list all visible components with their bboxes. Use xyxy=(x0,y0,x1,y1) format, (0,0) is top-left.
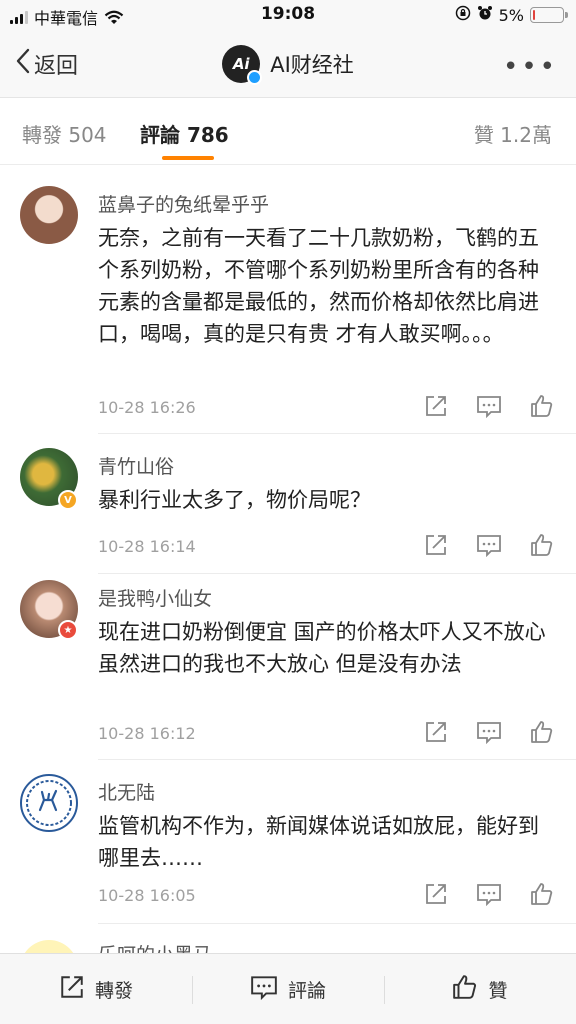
repost-button[interactable]: 轉發 xyxy=(0,954,192,1024)
account-name: AI财经社 xyxy=(270,53,354,77)
active-tab-indicator xyxy=(162,156,214,160)
verified-badge-icon: V xyxy=(58,490,78,510)
tab-comments[interactable]: 評論 786 xyxy=(140,119,229,148)
alarm-icon xyxy=(477,5,493,25)
account-avatar: Ai xyxy=(222,45,263,85)
comment-actions xyxy=(424,882,554,906)
reply-icon[interactable] xyxy=(476,882,502,906)
status-bar: 中華電信 19:08 5% xyxy=(0,0,576,32)
comment-actions xyxy=(424,533,554,557)
battery-percent: 5% xyxy=(498,5,524,25)
avatar[interactable] xyxy=(20,774,78,832)
like-button[interactable]: 贊 xyxy=(384,954,576,1024)
repost-label: 轉發 xyxy=(94,979,133,1002)
comment-label: 評論 xyxy=(287,979,326,1002)
comment-button[interactable]: 評論 xyxy=(192,954,384,1024)
comment-divider xyxy=(98,923,576,924)
share-icon[interactable] xyxy=(424,720,448,744)
comment-time: 10-28 16:26 xyxy=(98,398,196,417)
comment-author[interactable]: 乐呵的小黑马 xyxy=(98,940,212,954)
comment-item: ★ 是我鸭小仙女 现在进口奶粉倒便宜 国产的价格太吓人又不放心 虽然进口的我也不… xyxy=(0,574,576,760)
avatar[interactable] xyxy=(20,186,78,244)
badge-icon: ★ xyxy=(58,620,78,640)
comment-author[interactable]: 北无陆 xyxy=(98,778,155,805)
like-icon[interactable] xyxy=(530,533,554,557)
comment-time: 10-28 16:12 xyxy=(98,724,196,743)
reply-icon[interactable] xyxy=(476,394,502,418)
comment-text: 无奈，之前有一天看了二十几款奶粉，飞鹤的五个系列奶粉，不管哪个系列奶粉里所含有的… xyxy=(98,226,539,346)
comment-time: 10-28 16:14 xyxy=(98,537,196,556)
comment-item: 蓝鼻子的兔纸晕乎乎 无奈，之前有一天看了二十几款奶粉，飞鹤的五个系列奶粉，不管哪… xyxy=(0,166,576,434)
comment-text: 监管机构不作为，新闻媒体说话如放屁，能好到哪里去…… xyxy=(98,814,539,870)
comment-actions xyxy=(424,394,554,418)
like-icon[interactable] xyxy=(530,720,554,744)
tab-reposts[interactable]: 轉發 504 xyxy=(22,119,107,148)
reply-icon[interactable] xyxy=(476,720,502,744)
tab-likes[interactable]: 贊 1.2萬 xyxy=(474,119,552,148)
tab-bar: 轉發 504 評論 786 贊 1.2萬 xyxy=(0,99,576,165)
like-icon[interactable] xyxy=(530,394,554,418)
share-icon[interactable] xyxy=(424,394,448,418)
comment-author[interactable]: 蓝鼻子的兔纸晕乎乎 xyxy=(98,190,269,217)
comment-author[interactable]: 是我鸭小仙女 xyxy=(98,584,212,611)
battery-level xyxy=(533,10,535,20)
comment-text: 现在进口奶粉倒便宜 国产的价格太吓人又不放心 虽然进口的我也不大放心 但是没有办… xyxy=(98,620,546,676)
comment-author[interactable]: 青竹山俗 xyxy=(98,452,174,479)
status-right: 5% xyxy=(455,5,568,25)
comment-item: V 青竹山俗 暴利行业太多了，物价局呢？ 10-28 16:14 xyxy=(0,434,576,574)
more-options-icon[interactable]: ••• xyxy=(503,52,558,82)
like-label: 贊 xyxy=(488,979,508,1002)
orientation-lock-icon xyxy=(455,5,471,25)
comment-text: 暴利行业太多了，物价局呢？ xyxy=(98,488,371,512)
like-icon xyxy=(452,974,478,1005)
verified-badge-icon xyxy=(247,70,263,85)
comment-icon xyxy=(250,974,278,1005)
share-icon[interactable] xyxy=(424,882,448,906)
bottom-toolbar: 轉發 評論 贊 xyxy=(0,953,576,1024)
share-icon xyxy=(59,974,85,1005)
share-icon[interactable] xyxy=(424,533,448,557)
account-title[interactable]: Ai AI财经社 xyxy=(0,45,576,85)
deer-emblem-icon xyxy=(26,780,72,826)
account-logo-text: Ai xyxy=(232,55,250,73)
comment-time: 10-28 16:05 xyxy=(98,886,196,905)
comment-actions xyxy=(424,720,554,744)
comment-item: 北无陆 监管机构不作为，新闻媒体说话如放屁，能好到哪里去…… 10-28 16:… xyxy=(0,760,576,924)
nav-header: 返回 Ai AI财经社 ••• xyxy=(0,32,576,98)
battery-icon xyxy=(530,7,568,23)
reply-icon[interactable] xyxy=(476,533,502,557)
like-icon[interactable] xyxy=(530,882,554,906)
